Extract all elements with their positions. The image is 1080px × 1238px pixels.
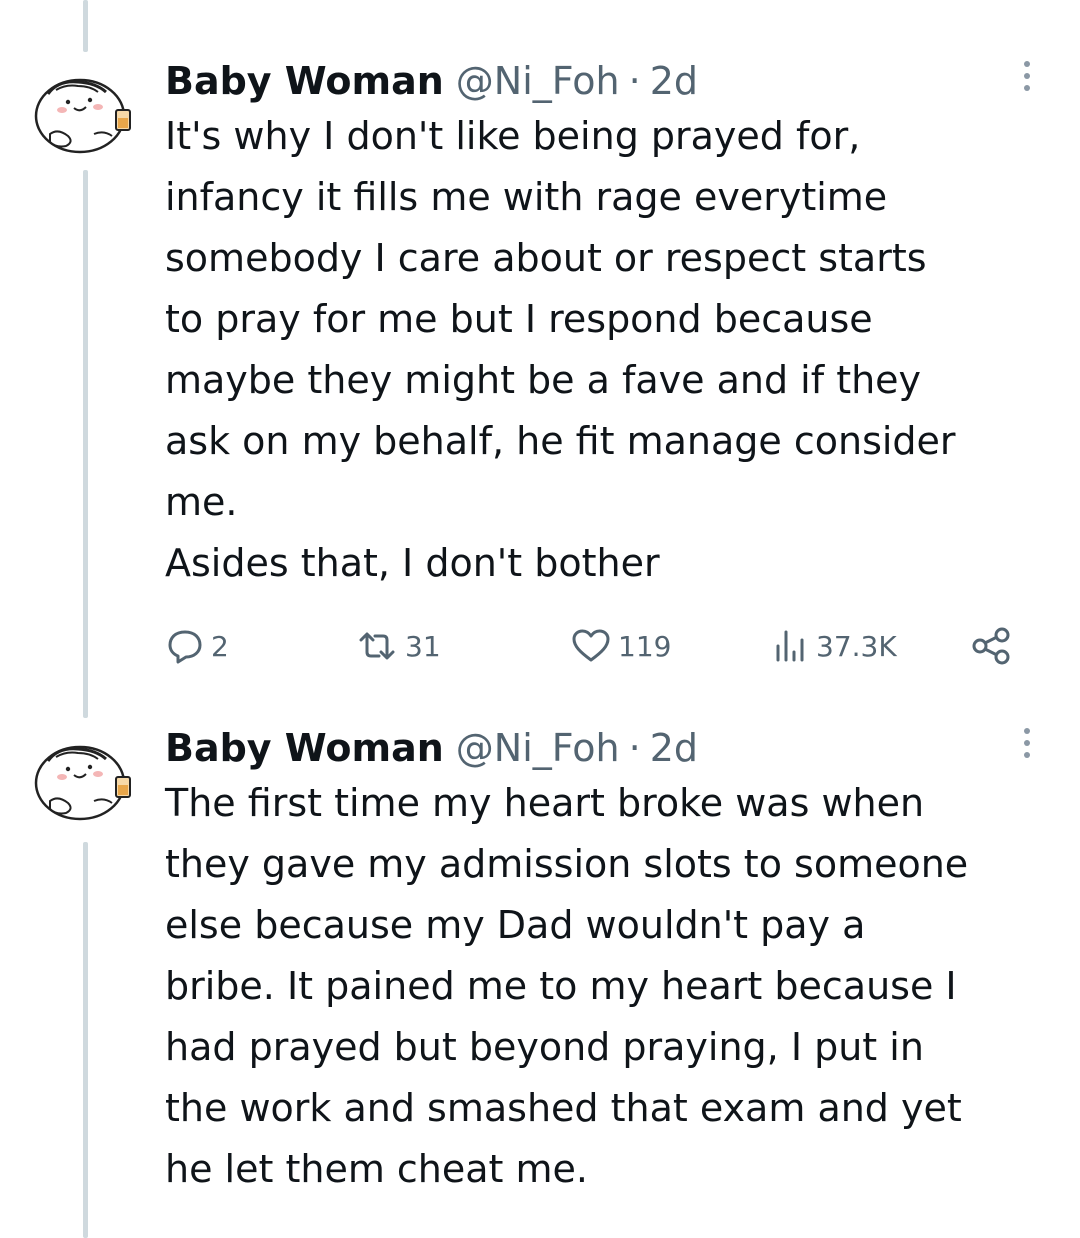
more-options-icon[interactable] (1017, 58, 1037, 98)
header-separator: · (628, 59, 641, 103)
avatar[interactable] (28, 739, 140, 829)
avatar[interactable] (28, 72, 140, 162)
header-separator: · (628, 726, 641, 770)
author-name[interactable]: Baby Woman (165, 723, 444, 773)
tweet-thread: Baby Woman @Ni_Foh · 2d It's why I don't… (0, 0, 1080, 1238)
author-handle[interactable]: @Ni_Foh (456, 723, 620, 773)
thread-connector-top (83, 0, 88, 52)
views-icon (776, 630, 804, 662)
reply-count: 2 (211, 629, 229, 663)
author-name[interactable]: Baby Woman (165, 56, 444, 106)
timestamp[interactable]: 2d (650, 723, 698, 773)
repost-button[interactable]: 31 (355, 618, 441, 674)
repost-icon (359, 632, 395, 660)
tweet[interactable]: Baby Woman @Ni_Foh · 2d It's why I don't… (0, 56, 1080, 686)
reply-button[interactable]: 2 (165, 618, 229, 674)
tweet-header: Baby Woman @Ni_Foh · 2d (165, 56, 698, 106)
more-options-icon[interactable] (1017, 725, 1037, 765)
views-count: 37.3K (816, 629, 897, 663)
timestamp[interactable]: 2d (650, 56, 698, 106)
share-icon (972, 627, 1010, 665)
like-count: 119 (618, 629, 672, 663)
tweet[interactable]: Baby Woman @Ni_Foh · 2d The first time m… (0, 723, 1080, 1238)
like-button[interactable]: 119 (570, 618, 671, 674)
share-button[interactable] (970, 618, 1014, 674)
views-button[interactable]: 37.3K (770, 618, 897, 674)
tweet-header: Baby Woman @Ni_Foh · 2d (165, 723, 698, 773)
like-icon (572, 629, 610, 662)
reply-icon (168, 630, 202, 664)
tweet-text: It's why I don't like being prayed for, … (165, 114, 956, 585)
author-handle[interactable]: @Ni_Foh (456, 56, 620, 106)
tweet-actions: 2 31 119 37.3K (165, 618, 1035, 674)
tweet-text: The first time my heart broke was when t… (165, 781, 969, 1191)
repost-count: 31 (405, 629, 441, 663)
